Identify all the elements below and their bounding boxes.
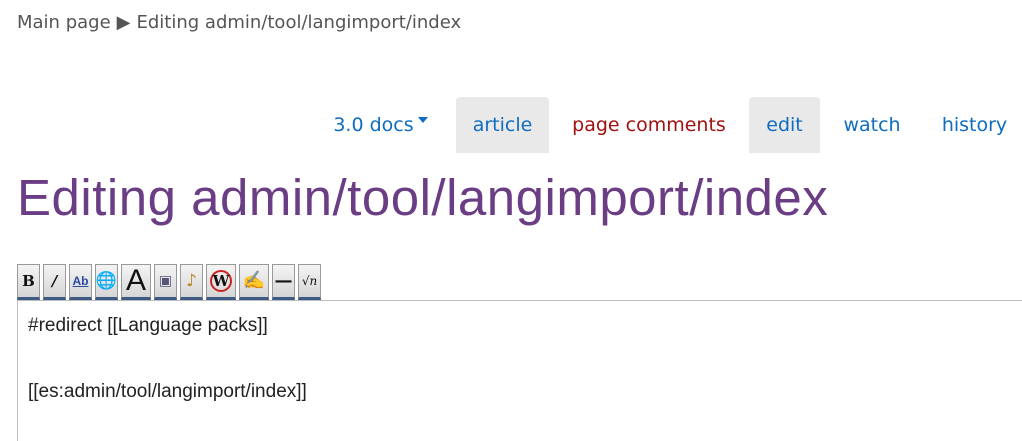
breadcrumb-current: Editing admin/tool/langimport/index [136,12,462,33]
tab-history-label: history [941,114,1008,136]
horizontal-line-button[interactable]: — [272,264,295,300]
editor-line-blank [28,337,1022,381]
page-tabs: 3.0 docs article page comments edit watc… [0,97,1022,153]
tab-edit[interactable]: edit [749,97,820,153]
math-formula-button[interactable]: √n [298,264,321,300]
tab-article[interactable]: article [456,97,549,153]
breadcrumb-home-link[interactable]: Main page [17,12,111,33]
embedded-file-icon: ▣ [158,273,173,289]
horizontal-line-icon: — [274,270,293,291]
internal-link-button[interactable]: Ab [69,264,92,300]
media-file-icon: ♪ [186,270,197,291]
editor-line: #redirect [[Language packs]] [28,315,268,336]
tab-history[interactable]: history [937,97,1012,153]
external-link-button[interactable]: 🌐 [95,264,118,300]
bold-button[interactable]: B [17,264,40,300]
page-title: Editing admin/tool/langimport/index [17,169,829,226]
bold-icon: B [22,271,35,290]
editing-toolbar: B / Ab 🌐 A ▣ ♪ W ✍ — √n [17,264,324,300]
headline-button[interactable]: A [121,264,151,300]
tab-page-comments[interactable]: page comments [566,97,732,153]
internal-link-icon: Ab [72,274,89,288]
headline-icon: A [125,264,146,297]
no-wiki-icon: W [210,270,232,292]
signature-icon: ✍ [242,270,266,291]
tab-docs-version-label: 3.0 docs [333,114,414,136]
signature-button[interactable]: ✍ [239,264,269,300]
breadcrumb: Main page ▶ Editing admin/tool/langimport/… [17,12,461,33]
external-link-icon: 🌐 [95,270,118,291]
wikitext-editor[interactable]: #redirect [[Language packs]] [[es:admin/… [17,300,1022,441]
tab-docs-version-dropdown[interactable]: 3.0 docs [333,97,428,153]
editor-line: [[es:admin/tool/langimport/index]] [28,381,307,402]
italic-icon: / [51,271,58,290]
math-formula-icon: √n [301,274,318,288]
tab-edit-label: edit [766,114,803,136]
embedded-file-button[interactable]: ▣ [154,264,177,300]
tab-page-comments-label: page comments [572,114,726,136]
tab-article-label: article [472,114,533,136]
tab-watch-label: watch [843,114,901,136]
no-wiki-button[interactable]: W [206,264,236,300]
italic-button[interactable]: / [43,264,66,300]
chevron-down-icon [417,117,428,123]
tab-watch[interactable]: watch [838,97,906,153]
breadcrumb-separator-icon: ▶ [116,12,131,33]
media-file-button[interactable]: ♪ [180,264,203,300]
